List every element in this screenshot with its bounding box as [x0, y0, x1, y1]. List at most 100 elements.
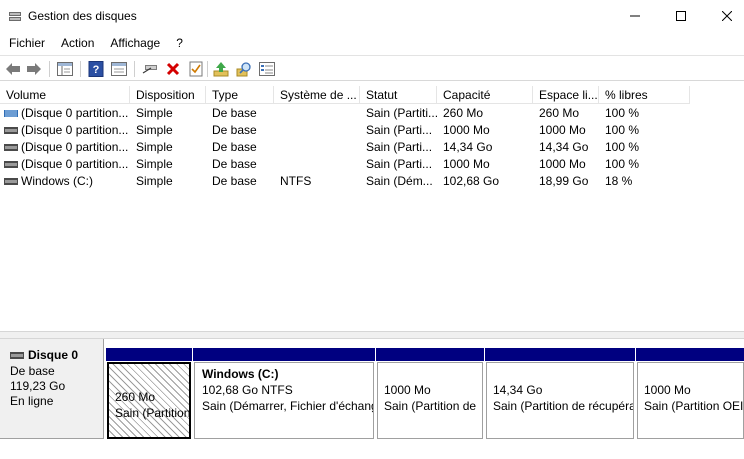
- help-button[interactable]: ?: [87, 60, 105, 78]
- cell-filesystem: [274, 156, 360, 173]
- cell-volume: (Disque 0 partition...: [21, 157, 129, 171]
- disk-0-label[interactable]: Disque 0 De base 119,23 Go En ligne: [0, 339, 104, 439]
- settings-list-icon: [259, 62, 275, 76]
- partition-bar: [193, 348, 375, 361]
- menu-affichage[interactable]: Affichage: [102, 33, 168, 53]
- table-row[interactable]: (Disque 0 partition... Simple De base Sa…: [0, 105, 744, 122]
- disk-management-app-icon: [9, 12, 21, 21]
- help-icon: ?: [88, 61, 104, 77]
- column-header-volume[interactable]: Volume: [0, 86, 130, 104]
- search-button[interactable]: [235, 60, 253, 78]
- disk-map: Disque 0 De base 119,23 Go En ligne 260 …: [0, 339, 744, 459]
- cell-percent-free: 100 %: [605, 123, 640, 137]
- minimize-button[interactable]: [612, 0, 658, 32]
- close-button[interactable]: [704, 0, 744, 32]
- partition-status: Sain (Partition de récupéra: [493, 399, 634, 413]
- partition-size: 260 Mo: [115, 390, 156, 404]
- cell-filesystem: [274, 105, 360, 122]
- connect-disk-icon: [142, 65, 157, 74]
- cell-capacity: 1000 Mo: [443, 157, 490, 171]
- cell-filesystem: [274, 139, 360, 156]
- upload-button[interactable]: [212, 60, 230, 78]
- checklist-button[interactable]: [187, 60, 205, 78]
- table-row[interactable]: (Disque 0 partition... Simple De base Sa…: [0, 139, 744, 156]
- cell-volume: (Disque 0 partition...: [21, 106, 129, 120]
- partition-body: 14,34 Go Sain (Partition de récupéra: [486, 362, 634, 439]
- cell-filesystem: [274, 122, 360, 139]
- back-arrow-icon: [6, 63, 20, 75]
- forward-arrow-icon: [27, 63, 41, 75]
- settings-list-button[interactable]: [258, 60, 276, 78]
- partition-block-windows[interactable]: Windows (C:) 102,68 Go NTFS Sain (Démarr…: [193, 348, 375, 439]
- upload-icon: [213, 62, 229, 77]
- column-header-filesystem[interactable]: Système de ...: [274, 86, 360, 104]
- column-header-status[interactable]: Statut: [360, 86, 437, 104]
- partition-size: 102,68 Go NTFS: [202, 383, 293, 397]
- disk-icon: [10, 351, 24, 359]
- partition-body: 1000 Mo Sain (Partition OEI: [637, 362, 744, 439]
- cell-type: De base: [212, 140, 257, 154]
- forward-button[interactable]: [25, 60, 43, 78]
- menu-help[interactable]: ?: [168, 33, 191, 53]
- partition-body: Windows (C:) 102,68 Go NTFS Sain (Démarr…: [194, 362, 374, 439]
- cell-percent-free: 100 %: [605, 106, 640, 120]
- checklist-icon: [189, 61, 203, 77]
- table-row[interactable]: Windows (C:) Simple De base NTFS Sain (D…: [0, 173, 744, 190]
- console-tree-button[interactable]: [56, 60, 74, 78]
- partition-size: 1000 Mo: [644, 383, 691, 397]
- cell-percent-free: 100 %: [605, 140, 640, 154]
- cell-capacity: 14,34 Go: [443, 140, 493, 154]
- partition-bar: [376, 348, 484, 361]
- menu-fichier[interactable]: Fichier: [0, 33, 53, 53]
- cell-status: Sain (Partiti...: [366, 106, 437, 120]
- delete-button[interactable]: [164, 60, 182, 78]
- cell-disposition: Simple: [136, 174, 173, 188]
- partition-block[interactable]: 1000 Mo Sain (Partition de: [376, 348, 484, 439]
- partition-block[interactable]: 1000 Mo Sain (Partition OEI: [636, 348, 744, 439]
- column-header-free-space[interactable]: Espace li...: [533, 86, 599, 104]
- column-header-disposition[interactable]: Disposition: [130, 86, 206, 104]
- cell-disposition: Simple: [136, 123, 173, 137]
- cell-volume: (Disque 0 partition...: [21, 123, 129, 137]
- cell-disposition: Simple: [136, 157, 173, 171]
- partition-size: 14,34 Go: [493, 383, 543, 397]
- cell-percent-free: 100 %: [605, 157, 640, 171]
- column-header-capacity[interactable]: Capacité: [437, 86, 533, 104]
- back-button[interactable]: [4, 60, 22, 78]
- partition-status: Sain (Partition de: [384, 399, 477, 413]
- table-row[interactable]: (Disque 0 partition... Simple De base Sa…: [0, 156, 744, 173]
- partition-status: Sain (Partition: [115, 406, 191, 420]
- connect-disk-button[interactable]: [141, 60, 159, 78]
- toolbar-separator: [207, 61, 208, 77]
- partition-block[interactable]: 260 Mo Sain (Partition: [106, 348, 192, 439]
- cell-status: Sain (Parti...: [366, 123, 433, 137]
- cell-type: De base: [212, 106, 257, 120]
- column-header-percent-free[interactable]: % libres: [599, 86, 690, 104]
- cell-volume: Windows (C:): [21, 174, 94, 188]
- maximize-button[interactable]: [658, 0, 704, 32]
- disk-title: Disque 0: [28, 348, 79, 362]
- table-row[interactable]: (Disque 0 partition... Simple De base Sa…: [0, 122, 744, 139]
- properties-button[interactable]: [110, 60, 128, 78]
- cell-capacity: 102,68 Go: [443, 174, 500, 188]
- menu-bar: Fichier Action Affichage ?: [0, 33, 744, 53]
- close-icon: [722, 11, 732, 21]
- disk-title-row: Disque 0: [10, 348, 103, 362]
- cell-capacity: 1000 Mo: [443, 123, 490, 137]
- toolbar: ?: [0, 55, 744, 81]
- cell-disposition: Simple: [136, 140, 173, 154]
- maximize-icon: [676, 11, 686, 21]
- cell-volume: (Disque 0 partition...: [21, 140, 129, 154]
- cell-type: De base: [212, 123, 257, 137]
- partition-name: Windows (C:): [202, 367, 279, 381]
- cell-percent-free: 18 %: [605, 174, 633, 188]
- partition-block[interactable]: 14,34 Go Sain (Partition de récupéra: [485, 348, 635, 439]
- pane-splitter[interactable]: [0, 331, 744, 339]
- search-icon: [236, 62, 251, 77]
- column-header-type[interactable]: Type: [206, 86, 274, 104]
- cell-disposition: Simple: [136, 106, 173, 120]
- toolbar-separator: [80, 61, 81, 77]
- cell-capacity: 260 Mo: [443, 106, 484, 120]
- menu-action[interactable]: Action: [53, 33, 102, 53]
- cell-type: De base: [212, 157, 257, 171]
